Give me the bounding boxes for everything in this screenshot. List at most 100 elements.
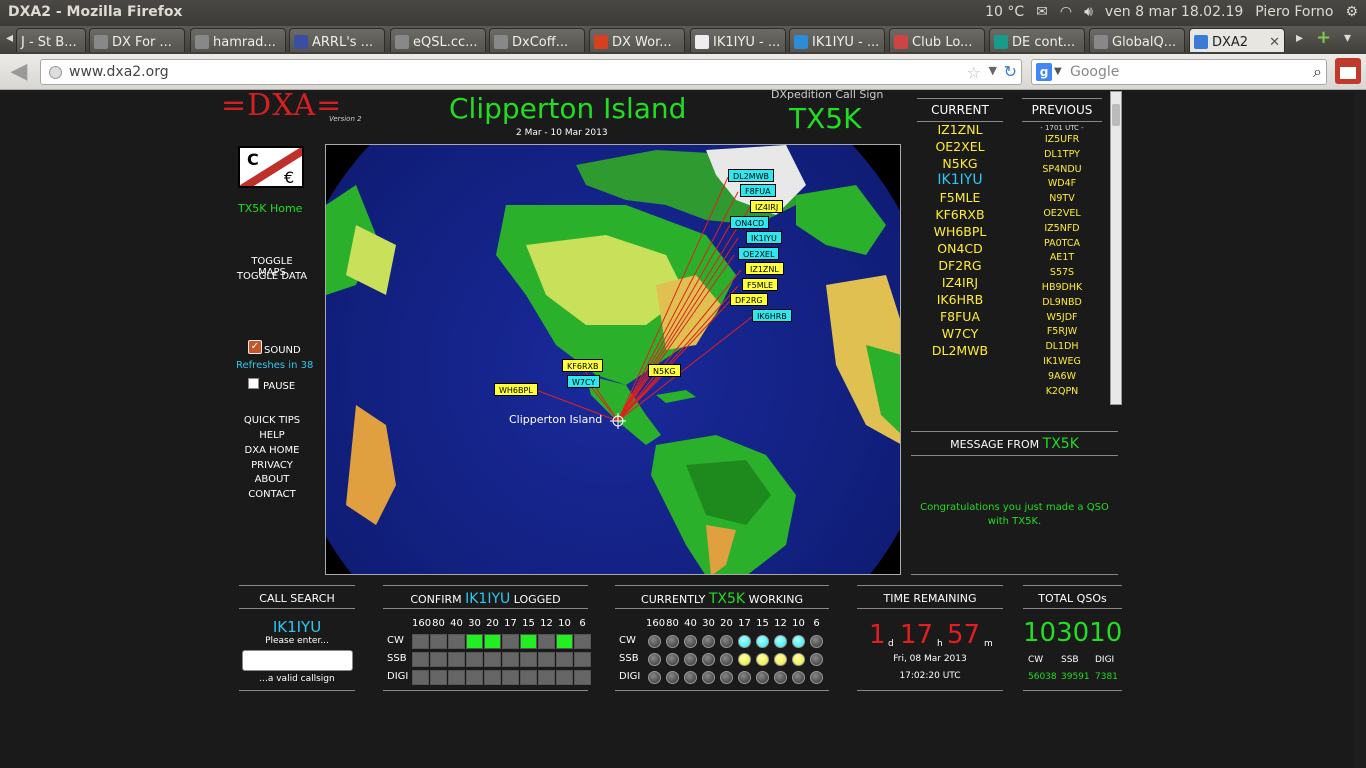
list-item[interactable]: DL9NBD [1022, 296, 1102, 311]
search-icon[interactable]: ⌕ [1313, 62, 1322, 82]
list-item[interactable]: SP4NDU [1022, 163, 1102, 178]
bookmark-star-icon[interactable]: ☆ [967, 63, 981, 82]
url-text[interactable]: www.dxa2.org [69, 64, 169, 80]
page-scrollbar[interactable] [1354, 91, 1366, 768]
spot-label[interactable]: IZ1ZNL [745, 262, 784, 275]
tab-item-active[interactable]: DXA2 ✕ [1189, 28, 1285, 52]
list-item-highlighted[interactable]: IK1IYU [917, 172, 1003, 189]
tab-item[interactable]: J - St B... [16, 28, 86, 52]
weather-indicator[interactable]: 10 °C [985, 4, 1024, 20]
list-item[interactable]: AE1T [1022, 251, 1102, 266]
list-item[interactable]: W5JDF [1022, 311, 1102, 326]
clublog-logo[interactable]: C € [238, 146, 304, 188]
tab-item[interactable]: DxCoff... [489, 28, 585, 52]
list-item[interactable]: IZ1ZNL [917, 121, 1003, 138]
tab-item[interactable]: IK1IYU - ... [789, 28, 885, 52]
search-engine-dropdown-icon[interactable]: ▼ [1054, 66, 1062, 77]
list-item[interactable]: OE2XEL [917, 138, 1003, 155]
spot-label[interactable]: IZ4IRJ [750, 200, 784, 213]
previous-list[interactable]: - 1701 UTC - IZ5UFR DL1TPY SP4NDU WD4F N… [1022, 123, 1102, 405]
tab-scroll-right-icon[interactable]: ▸ [1296, 30, 1303, 46]
wifi-icon[interactable]: ◠ [1060, 4, 1072, 20]
spot-label[interactable]: IK1IYU [746, 231, 782, 244]
spot-label[interactable]: KF6RXB [562, 359, 604, 372]
clock[interactable]: ven 8 mar 18.02.19 [1105, 4, 1243, 20]
spot-label[interactable]: F5MLE [742, 278, 779, 291]
tab-item[interactable]: Club Lo... [889, 28, 985, 52]
back-button[interactable]: ◀ [6, 59, 32, 85]
list-item[interactable]: IK1WEG [1022, 355, 1102, 370]
propagation-map[interactable]: Clipperton Island DL2MWB F8FUA IZ4IRJ ON… [325, 144, 901, 575]
privacy-link[interactable]: PRIVACY [236, 460, 308, 471]
spot-label[interactable]: ON4CD [730, 216, 770, 229]
tab-item[interactable]: DX For ... [89, 28, 185, 52]
help-link[interactable]: HELP [236, 430, 308, 441]
tab-item[interactable]: IK1IYU - ... [690, 28, 786, 52]
list-item[interactable]: KF6RXB [917, 206, 1003, 223]
list-item[interactable]: WH6BPL [917, 223, 1003, 240]
list-item[interactable]: S57S [1022, 266, 1102, 281]
spot-label[interactable]: DF2RG [730, 293, 768, 306]
callsign-input[interactable] [242, 650, 353, 671]
tab-item[interactable]: GlobalQ... [1089, 28, 1185, 52]
list-item[interactable]: DF2RG [917, 257, 1003, 274]
list-item[interactable]: HB9DHK [1022, 281, 1102, 296]
sound-checkbox[interactable]: ✓ [248, 340, 262, 354]
list-scrollbar[interactable] [1110, 91, 1122, 405]
pause-checkbox[interactable] [248, 378, 259, 389]
spot-label[interactable]: OE2XEL [738, 247, 780, 260]
list-item[interactable]: IZ5UFR [1022, 133, 1102, 148]
toggle-data-link[interactable]: TOGGLE DATA [236, 271, 308, 282]
url-bar[interactable]: www.dxa2.org ☆ ▼ ↻ [40, 59, 1022, 85]
tab-scroll-left-icon[interactable]: ◂ [6, 30, 13, 46]
search-bar[interactable]: g ▼ Google ⌕ [1031, 59, 1327, 85]
list-item[interactable]: PA0TCA [1022, 237, 1102, 252]
list-item[interactable]: 9A6W [1022, 370, 1102, 385]
list-item[interactable]: WD4F [1022, 177, 1102, 192]
tab-item[interactable]: hamrad... [190, 28, 286, 52]
list-item[interactable]: DL1DH [1022, 340, 1102, 355]
spot-label[interactable]: IK6HRB [752, 309, 792, 322]
dxa-logo[interactable]: =DXA= [221, 88, 342, 123]
tab-item[interactable]: eQSL.cc... [390, 28, 486, 52]
new-tab-icon[interactable]: + [1316, 27, 1331, 48]
list-item[interactable]: F5RJW [1022, 325, 1102, 340]
list-item[interactable]: IZ5NFD [1022, 222, 1102, 237]
spot-label[interactable]: DL2MWB [728, 169, 775, 182]
spot-label[interactable]: W7CY [567, 375, 601, 388]
favicon-icon [594, 35, 608, 49]
volume-icon[interactable]: 🔊︎ [1084, 4, 1093, 20]
list-item[interactable]: OE2VEL [1022, 207, 1102, 222]
url-dropdown-icon[interactable]: ▼ [989, 64, 997, 77]
spot-label[interactable]: F8FUA [740, 184, 776, 197]
reload-icon[interactable]: ↻ [1004, 62, 1017, 81]
list-item[interactable]: N5KG [917, 155, 1003, 172]
user-menu[interactable]: Piero Forno [1255, 4, 1333, 20]
list-item[interactable]: IK6HRB [917, 291, 1003, 308]
mail-icon[interactable]: ✉ [1036, 4, 1048, 20]
dxa-home-link[interactable]: DXA HOME [236, 445, 308, 456]
spot-label[interactable]: N5KG [648, 364, 681, 377]
list-item[interactable]: IZ4IRJ [917, 274, 1003, 291]
list-item[interactable]: F8FUA [917, 308, 1003, 325]
list-item[interactable]: W7CY [917, 325, 1003, 342]
tab-item[interactable]: DE cont... [989, 28, 1085, 52]
quick-tips-link[interactable]: QUICK TIPS [236, 415, 308, 426]
tab-list-icon[interactable]: ▾ [1344, 30, 1351, 46]
list-item[interactable]: ON4CD [917, 240, 1003, 257]
home-button[interactable] [1335, 58, 1361, 84]
list-item[interactable]: DL2MWB [917, 342, 1003, 359]
home-link[interactable]: TX5K Home [238, 202, 302, 215]
list-item[interactable]: F5MLE [917, 189, 1003, 206]
gear-icon[interactable]: ⚙ [1345, 4, 1358, 20]
contact-link[interactable]: CONTACT [236, 489, 308, 500]
list-item[interactable]: N9TV [1022, 192, 1102, 207]
about-link[interactable]: ABOUT [236, 474, 308, 485]
list-item[interactable]: DL1TPY [1022, 148, 1102, 163]
tab-item[interactable]: DX Wor... [589, 28, 685, 52]
close-tab-icon[interactable]: ✕ [1269, 35, 1280, 50]
spot-label[interactable]: WH6BPL [494, 383, 538, 396]
list-item[interactable]: K2QPN [1022, 385, 1102, 400]
tab-item[interactable]: ARRL's ... [289, 28, 385, 52]
google-icon[interactable]: g [1036, 63, 1052, 81]
